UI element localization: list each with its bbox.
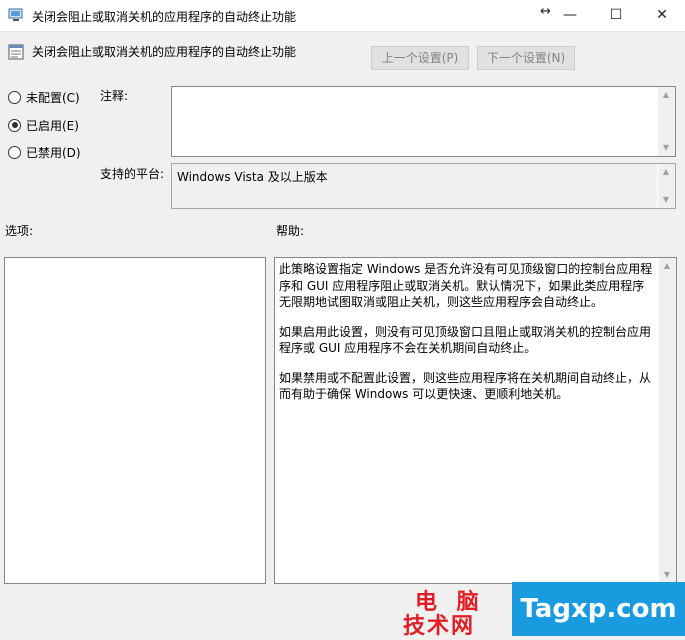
options-pane: [4, 257, 266, 584]
scroll-up-icon[interactable]: ▲: [662, 261, 672, 271]
window-title: 关闭会阻止或取消关机的应用程序的自动终止功能: [32, 10, 297, 24]
supported-on-label: 支持的平台:: [100, 167, 165, 181]
supported-on-field: Windows Vista 及以上版本 ▲ ▼: [171, 163, 676, 209]
supported-scrollbar[interactable]: ▲ ▼: [657, 164, 675, 208]
policy-app-icon: [8, 8, 23, 21]
setting-title: 关闭会阻止或取消关机的应用程序的自动终止功能: [32, 45, 297, 59]
comment-textarea[interactable]: ▲ ▼: [171, 86, 676, 157]
help-text: 此策略设置指定 Windows 是否允许没有可见顶级窗口的控制台应用程序和 GU…: [279, 261, 656, 416]
scroll-up-icon[interactable]: ▲: [661, 167, 671, 177]
radio-circle-checked[interactable]: [8, 118, 21, 132]
radio-disabled[interactable]: 已禁用(D): [8, 143, 81, 161]
maximize-button[interactable]: ☐: [593, 0, 639, 31]
next-setting-button[interactable]: 下一个设置(N): [477, 46, 575, 70]
radio-label-enabled: 已启用(E): [26, 118, 79, 133]
help-paragraph: 如果禁用或不配置此设置，则这些应用程序将在关机期间自动终止，从而有助于确保 Wi…: [279, 370, 652, 402]
scroll-up-icon[interactable]: ▲: [661, 90, 671, 100]
help-pane: 此策略设置指定 Windows 是否允许没有可见顶级窗口的控制台应用程序和 GU…: [274, 257, 677, 584]
scroll-down-icon[interactable]: ▼: [661, 195, 671, 205]
help-scrollbar[interactable]: ▲ ▼: [658, 258, 676, 583]
policy-setting-icon: [8, 44, 24, 60]
watermark-text-line2: 技术网: [403, 614, 476, 639]
close-button[interactable]: ✕: [639, 0, 685, 31]
supported-on-value: Windows Vista 及以上版本: [177, 170, 328, 184]
scroll-down-icon[interactable]: ▼: [661, 143, 671, 153]
radio-label-disabled: 已禁用(D): [26, 145, 81, 160]
minimize-button[interactable]: —: [547, 0, 593, 31]
radio-enabled[interactable]: 已启用(E): [8, 116, 79, 134]
watermark-site: Tagxp.com: [512, 582, 685, 636]
previous-setting-button[interactable]: 上一个设置(P): [371, 46, 469, 70]
options-label: 选项:: [5, 224, 34, 238]
scroll-down-icon[interactable]: ▼: [662, 570, 672, 580]
title-bar: 关闭会阻止或取消关机的应用程序的自动终止功能 ↔ — ☐ ✕: [0, 0, 685, 32]
comment-scrollbar[interactable]: ▲ ▼: [657, 87, 675, 156]
help-label: 帮助:: [276, 224, 305, 238]
help-paragraph: 如果启用此设置，则没有可见顶级窗口且阻止或取消关机的控制台应用程序或 GUI 应…: [279, 324, 652, 356]
radio-label-not-configured: 未配置(C): [26, 90, 80, 105]
comment-label: 注释:: [100, 89, 129, 103]
radio-circle[interactable]: [8, 90, 21, 104]
radio-circle[interactable]: [8, 145, 21, 159]
help-paragraph: 此策略设置指定 Windows 是否允许没有可见顶级窗口的控制台应用程序和 GU…: [279, 262, 653, 309]
radio-not-configured[interactable]: 未配置(C): [8, 88, 80, 106]
